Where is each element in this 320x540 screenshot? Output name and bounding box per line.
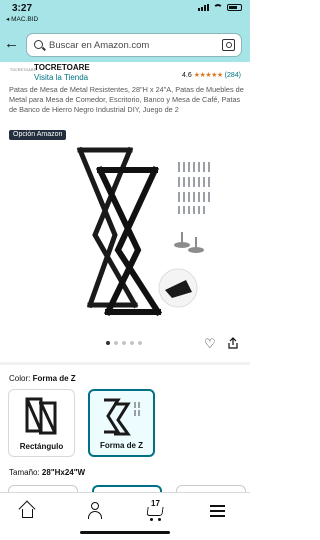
status-time: 3:27	[12, 3, 33, 14]
color-label-row: Color: Forma de Z	[9, 374, 76, 383]
size-selected-value: 28"Hx24"W	[41, 468, 86, 477]
color-selected-value: Forma de Z	[32, 374, 76, 383]
product-title: Patas de Mesa de Metal Resistentes, 28"H…	[9, 85, 244, 115]
status-icons	[198, 4, 242, 11]
z-shape-legs-thumbnail	[104, 398, 140, 436]
search-header: ← Buscar en Amazon.com	[0, 26, 250, 62]
visit-store-link[interactable]: Visita la Tienda	[34, 73, 88, 82]
share-icon[interactable]	[228, 337, 238, 349]
account-icon[interactable]	[85, 501, 105, 521]
search-icon	[34, 40, 43, 49]
color-option-z-shape[interactable]: Forma de Z	[88, 389, 155, 457]
home-indicator[interactable]	[80, 531, 170, 534]
back-to-app-link[interactable]: ◂ MAC.BID	[6, 15, 38, 23]
status-bar: 3:27 ◂ MAC.BID	[0, 0, 250, 26]
screws-set	[178, 162, 210, 214]
color-option-rectangle[interactable]: Rectángulo	[8, 389, 75, 457]
rating[interactable]: 4.6 ★★★★★ (284)	[182, 71, 241, 80]
section-divider	[0, 362, 250, 365]
image-pagination[interactable]	[106, 341, 142, 345]
color-option-label: Forma de Z	[99, 441, 144, 450]
star-rating-icon: ★★★★★	[193, 72, 223, 79]
back-arrow-icon[interactable]: ←	[4, 36, 19, 51]
color-option-label: Rectángulo	[19, 442, 64, 451]
size-label: Tamaño:	[9, 468, 40, 477]
size-label-row: Tamaño: 28"Hx24"W	[9, 468, 85, 477]
color-label: Color:	[9, 374, 31, 383]
camera-search-icon[interactable]	[222, 39, 235, 51]
product-image[interactable]	[60, 140, 220, 318]
cart-icon[interactable]: 17	[145, 499, 165, 521]
battery-icon	[227, 4, 242, 11]
brand-logo[interactable]: TOCRETOARE	[10, 68, 36, 72]
home-icon[interactable]	[18, 500, 38, 521]
search-input[interactable]: Buscar en Amazon.com	[26, 33, 242, 57]
signal-icon	[198, 4, 209, 11]
leveling-feet	[174, 232, 204, 253]
brand-name: TOCRETOARE	[34, 63, 90, 72]
rectangle-legs-thumbnail	[25, 397, 57, 435]
menu-icon[interactable]	[208, 501, 228, 521]
amazon-choice-badge: Opción Amazon	[9, 130, 67, 140]
heart-icon[interactable]: ♡	[204, 336, 216, 352]
wifi-icon	[213, 4, 223, 11]
rating-count[interactable]: (284)	[225, 72, 241, 79]
search-placeholder: Buscar en Amazon.com	[49, 40, 150, 51]
rating-value: 4.6	[182, 71, 192, 79]
